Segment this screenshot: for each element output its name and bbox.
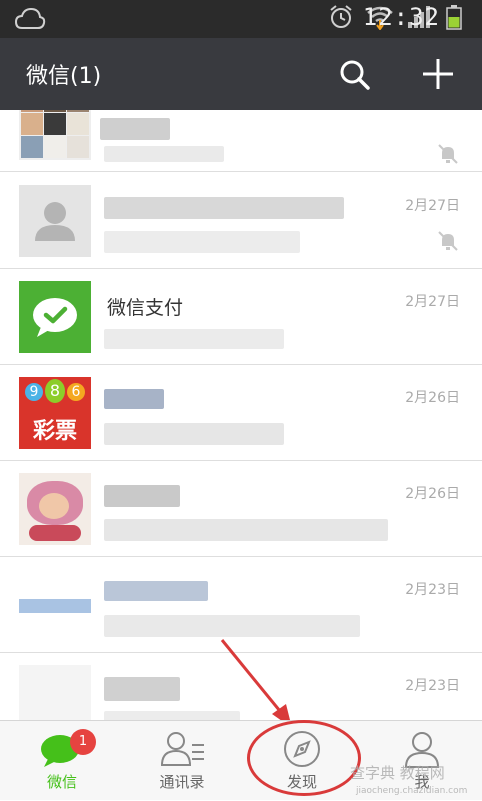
tab-label: 通讯录 [159,773,205,791]
watermark-url: jiaocheng.chazidian.com [356,786,468,796]
tab-contacts[interactable]: 通讯录 [122,721,242,801]
contacts-icon [160,732,204,766]
annotation-circle [247,720,361,796]
tab-chats[interactable]: 1 微信 [2,721,122,801]
unread-badge: 1 [70,729,96,755]
annotation-arrow [220,639,292,728]
tab-label: 微信 [46,773,77,791]
watermark: 查字典 教程网 [350,764,445,782]
